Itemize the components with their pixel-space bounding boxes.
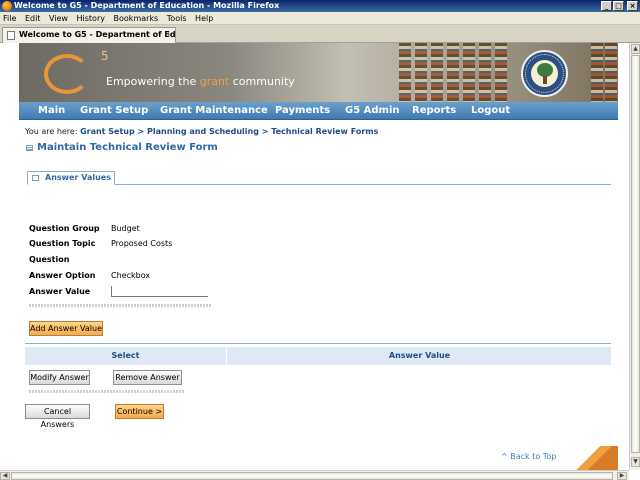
table-top-rule [25, 343, 611, 344]
answer-option-label: Answer Option [29, 271, 96, 280]
breadcrumb-planning-scheduling[interactable]: Planning and Scheduling [147, 127, 259, 136]
scroll-up-icon[interactable]: ▲ [631, 44, 640, 54]
breadcrumb: You are here: Grant Setup > Planning and… [25, 127, 379, 136]
tagline: Empowering the grant community [106, 75, 295, 88]
maximize-button[interactable]: □ [613, 1, 624, 11]
vertical-scrollbar[interactable]: ▲ ▼ [629, 43, 640, 470]
tab-page-icon [32, 175, 39, 181]
nav-g5-admin[interactable]: G5 Admin [345, 102, 400, 120]
dotted-divider [29, 304, 211, 307]
breadcrumb-grant-setup[interactable]: Grant Setup [80, 127, 135, 136]
answer-value-input[interactable] [111, 286, 208, 297]
close-window-button[interactable]: × [627, 1, 638, 11]
nav-grant-maintenance[interactable]: Grant Maintenance [160, 102, 268, 120]
horizontal-scrollbar[interactable]: ◀ ▶ [0, 470, 629, 480]
browser-tab-title: Welcome to G5 - Department of Edu... [19, 30, 176, 39]
cancel-answers-button[interactable]: Cancel Answers [25, 404, 90, 429]
nav-reports[interactable]: Reports [412, 102, 456, 120]
back-to-top-link[interactable]: ^ Back to Top [501, 452, 556, 461]
answer-option-value: Checkbox [111, 271, 151, 280]
nav-grant-setup[interactable]: Grant Setup [80, 102, 148, 120]
menu-bar: File Edit View History Bookmarks Tools H… [0, 12, 640, 25]
tab-divider [115, 184, 611, 185]
column-answer-value: Answer Value [388, 351, 451, 360]
g5-logo-mark [44, 54, 90, 94]
tab-answer-values[interactable]: Answer Values [27, 171, 115, 185]
question-topic-value: Proposed Costs [111, 239, 173, 248]
new-tab-icon[interactable]: + [165, 28, 172, 42]
vertical-scroll-thumb[interactable] [631, 55, 640, 453]
nav-payments[interactable]: Payments [275, 102, 330, 120]
nav-main[interactable]: Main [38, 102, 65, 120]
remove-answer-button[interactable]: Remove Answer [113, 370, 182, 385]
menu-file[interactable]: File [0, 12, 19, 25]
question-label: Question [29, 255, 70, 264]
window-title: Welcome to G5 - Department of Education … [14, 1, 280, 10]
menu-edit[interactable]: Edit [22, 12, 44, 25]
browser-tab[interactable]: Welcome to G5 - Department of Edu... + [2, 27, 176, 43]
minimize-button[interactable]: _ [601, 1, 612, 11]
menu-help[interactable]: Help [192, 12, 216, 25]
question-group-label: Question Group [29, 224, 100, 233]
scroll-left-icon[interactable]: ◀ [0, 472, 10, 480]
question-topic-label: Question Topic [29, 239, 96, 248]
scroll-down-icon[interactable]: ▼ [631, 457, 640, 467]
add-answer-value-button[interactable]: Add Answer Value [29, 321, 103, 336]
answers-table-header: Select Answer Value [25, 347, 611, 365]
window-titlebar: Welcome to G5 - Department of Education … [0, 0, 640, 12]
column-select: Select [25, 347, 227, 365]
g5-logo-superscript: 5 [101, 49, 109, 63]
menu-history[interactable]: History [74, 12, 108, 25]
footer-decoration [566, 446, 618, 470]
menu-bookmarks[interactable]: Bookmarks [111, 12, 162, 25]
modify-answer-button[interactable]: Modify Answer [29, 370, 90, 385]
question-group-value: Budget [111, 224, 140, 233]
continue-button[interactable]: Continue > [115, 404, 164, 419]
breadcrumb-technical-review-forms[interactable]: Technical Review Forms [271, 127, 378, 136]
main-nav: Main Grant Setup Grant Maintenance Payme… [19, 102, 618, 120]
answer-value-label: Answer Value [29, 287, 91, 296]
department-seal-icon [521, 50, 568, 97]
menu-view[interactable]: View [46, 12, 71, 25]
scroll-right-icon[interactable]: ▶ [617, 472, 627, 480]
dotted-divider [29, 390, 184, 393]
horizontal-scroll-thumb[interactable] [11, 472, 613, 480]
nav-logout[interactable]: Logout [471, 102, 510, 120]
page-title: Maintain Technical Review Form [37, 142, 218, 153]
page-icon [7, 31, 15, 40]
tagline-highlight: grant [199, 75, 230, 88]
firefox-icon [2, 1, 12, 11]
menu-tools[interactable]: Tools [164, 12, 190, 25]
form-icon [26, 145, 33, 151]
